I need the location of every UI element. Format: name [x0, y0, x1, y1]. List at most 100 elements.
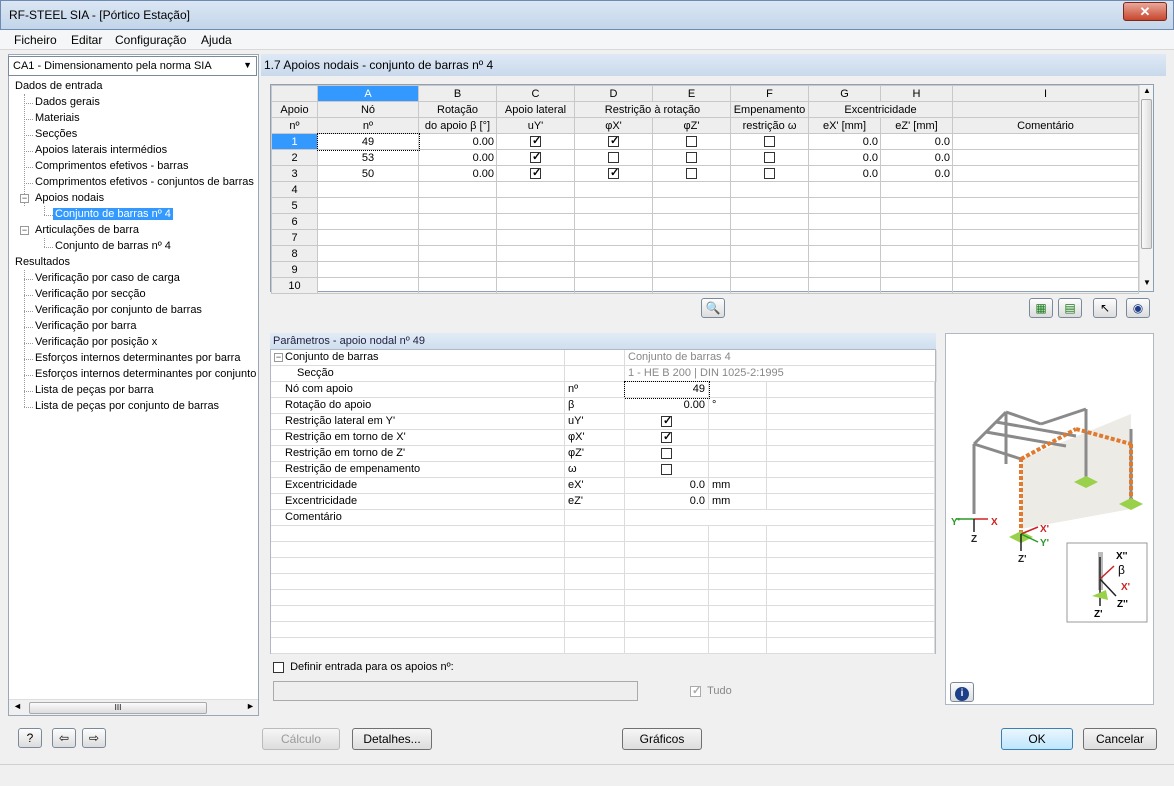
omega-cell[interactable] [730, 197, 809, 214]
phix-checkbox[interactable] [608, 135, 619, 148]
param-value[interactable]: 0.00 [625, 398, 709, 414]
phix-checkbox[interactable] [608, 152, 619, 164]
uy-cell[interactable] [496, 197, 575, 214]
rotation-cell[interactable]: 0.00 [418, 149, 497, 166]
comment-cell[interactable] [952, 229, 1139, 246]
uy-cell[interactable] [496, 261, 575, 278]
menu-ajuda[interactable]: Ajuda [201, 33, 232, 47]
phiz-cell[interactable] [652, 277, 731, 294]
comment-cell[interactable] [952, 181, 1139, 198]
omega-cell[interactable] [730, 133, 809, 150]
rotation-cell[interactable] [418, 261, 497, 278]
graficos-button[interactable]: Gráficos [622, 728, 702, 750]
tree-item[interactable]: Dados gerais [35, 96, 100, 108]
tree-item[interactable]: Verificação por posição x [35, 336, 157, 348]
omega-cell[interactable] [730, 149, 809, 166]
ex-cell[interactable] [808, 213, 881, 230]
tree-item[interactable]: Lista de peças por conjunto de barras [35, 400, 219, 412]
ex-cell[interactable] [808, 197, 881, 214]
param-value[interactable]: 49 [624, 381, 710, 399]
uy-cell[interactable] [496, 149, 575, 166]
tree-item[interactable]: Comprimentos efetivos - barras [35, 160, 188, 172]
param-value[interactable] [625, 414, 709, 430]
omega-checkbox[interactable] [764, 168, 775, 180]
param-value[interactable]: 0.0 [625, 494, 709, 510]
row-number[interactable]: 4 [271, 181, 318, 198]
define-supports-input[interactable] [273, 681, 638, 701]
phiz-cell[interactable] [652, 261, 731, 278]
ez-cell[interactable]: 0.0 [880, 165, 953, 182]
uy-checkbox[interactable] [530, 135, 541, 148]
ez-cell[interactable]: 0.0 [880, 133, 953, 150]
uy-cell[interactable] [496, 133, 575, 150]
info-button[interactable]: i [950, 682, 974, 702]
uy-cell[interactable] [496, 181, 575, 198]
tree-item[interactable]: Comprimentos efetivos - conjuntos de bar… [35, 176, 254, 188]
col-letter[interactable]: H [880, 85, 953, 102]
ez-cell[interactable] [880, 213, 953, 230]
menu-configuracao[interactable]: Configuração [115, 33, 186, 47]
col-letter[interactable]: B [418, 85, 497, 102]
node-cell[interactable] [317, 277, 419, 294]
ez-cell[interactable] [880, 197, 953, 214]
phix-cell[interactable] [574, 245, 653, 262]
rotation-cell[interactable] [418, 229, 497, 246]
tree-item[interactable]: Apoios laterais intermédios [35, 144, 167, 156]
phix-cell[interactable] [574, 165, 653, 182]
tree-item[interactable]: Verificação por caso de carga [35, 272, 180, 284]
phiz-cell[interactable] [652, 165, 731, 182]
omega-cell[interactable] [730, 277, 809, 294]
calculo-button[interactable]: Cálculo [262, 728, 340, 750]
help-button[interactable]: ? [18, 728, 42, 748]
table-settings-button[interactable]: 🔍 [701, 298, 725, 318]
vertical-scrollbar[interactable]: ▲ ▼ [1139, 85, 1153, 291]
tree-input-root[interactable]: Dados de entrada [15, 80, 102, 92]
row-number[interactable]: 2 [271, 149, 318, 166]
param-checkbox[interactable] [661, 414, 672, 427]
rotation-cell[interactable] [418, 245, 497, 262]
next-button[interactable]: ⇨ [82, 728, 106, 748]
collapse-icon[interactable]: − [274, 353, 283, 362]
phix-cell[interactable] [574, 133, 653, 150]
tree-item[interactable]: Conjunto de barras nº 4 [55, 240, 171, 252]
node-cell[interactable]: 49 [316, 132, 420, 151]
ez-cell[interactable] [880, 261, 953, 278]
tree-item[interactable]: Esforços internos determinantes por barr… [35, 352, 240, 364]
scroll-up-icon[interactable]: ▲ [1143, 86, 1151, 95]
omega-cell[interactable] [730, 261, 809, 278]
phix-cell[interactable] [574, 261, 653, 278]
tree-results-root[interactable]: Resultados [15, 256, 70, 268]
scroll-thumb[interactable]: III [29, 702, 207, 714]
scroll-down-icon[interactable]: ▼ [1143, 278, 1151, 287]
uy-cell[interactable] [496, 165, 575, 182]
scroll-thumb[interactable] [1141, 99, 1152, 249]
close-button[interactable]: ✕ [1123, 2, 1167, 21]
comment-cell[interactable] [952, 245, 1139, 262]
uy-cell[interactable] [496, 245, 575, 262]
ex-cell[interactable] [808, 245, 881, 262]
phix-cell[interactable] [574, 181, 653, 198]
comment-cell[interactable] [952, 149, 1139, 166]
row-number[interactable]: 8 [271, 245, 318, 262]
col-letter[interactable]: E [652, 85, 731, 102]
param-checkbox[interactable] [661, 430, 672, 443]
phiz-cell[interactable] [652, 181, 731, 198]
excel-export-button[interactable]: ▦ [1029, 298, 1053, 318]
param-value[interactable] [625, 510, 935, 526]
omega-checkbox[interactable] [764, 136, 775, 148]
uy-cell[interactable] [496, 213, 575, 230]
uy-checkbox[interactable] [530, 167, 541, 180]
ex-cell[interactable] [808, 181, 881, 198]
rotation-cell[interactable]: 0.00 [418, 165, 497, 182]
menu-editar[interactable]: Editar [71, 33, 102, 47]
phiz-cell[interactable] [652, 229, 731, 246]
collapse-icon[interactable]: − [20, 194, 29, 203]
uy-cell[interactable] [496, 277, 575, 294]
node-cell[interactable] [317, 181, 419, 198]
node-cell[interactable] [317, 229, 419, 246]
rotation-cell[interactable] [418, 197, 497, 214]
row-number[interactable]: 3 [271, 165, 318, 182]
comment-cell[interactable] [952, 277, 1139, 294]
tree-item[interactable]: Verificação por conjunto de barras [35, 304, 202, 316]
phix-checkbox[interactable] [608, 167, 619, 180]
